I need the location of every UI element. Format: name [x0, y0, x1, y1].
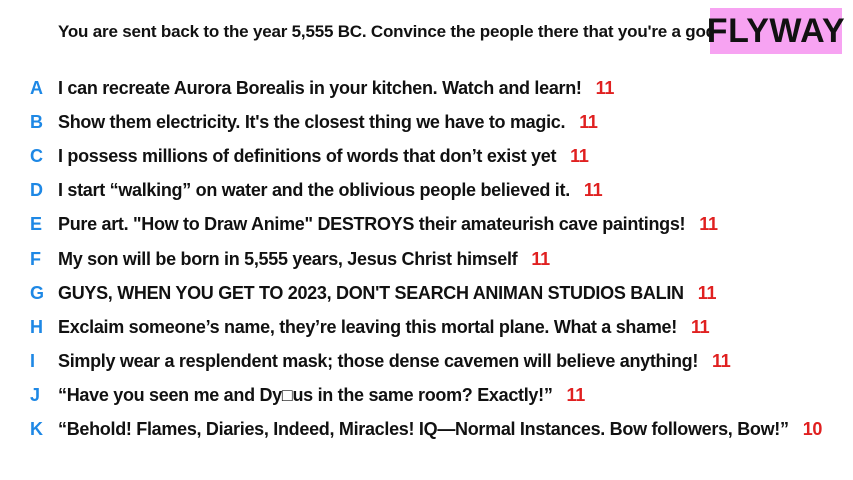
answer-text: I can recreate Aurora Borealis in your k…: [58, 77, 582, 98]
answer-text: Exclaim someone’s name, they’re leaving …: [58, 316, 677, 337]
answer-letter: H: [30, 316, 43, 337]
answer-row: K “Behold! Flames, Diaries, Indeed, Mira…: [0, 413, 853, 447]
answer-score: 10: [802, 419, 823, 440]
answer-list: A I can recreate Aurora Borealis in your…: [0, 71, 853, 447]
answer-text: Simply wear a resplendent mask; those de…: [58, 351, 699, 372]
answer-row: J “Have you seen me and Dy□us in the sam…: [0, 379, 853, 413]
answer-letter: K: [30, 419, 43, 440]
question-prompt: You are sent back to the year 5,555 BC. …: [58, 22, 721, 41]
answer-row: H Exclaim someone’s name, they’re leavin…: [0, 310, 853, 344]
answer-text: I start “walking” on water and the obliv…: [58, 180, 570, 201]
answer-score: 11: [579, 111, 598, 132]
answer-row: C I possess millions of definitions of w…: [0, 139, 853, 173]
answer-row: B Show them electricity. It's the closes…: [0, 105, 853, 139]
answer-letter: A: [30, 77, 43, 98]
answer-letter: E: [30, 214, 43, 235]
answer-row: E Pure art. "How to Draw Anime" DESTROYS…: [0, 208, 853, 242]
answer-score: 11: [566, 385, 586, 406]
answer-score: 11: [699, 214, 718, 235]
answer-letter: D: [30, 180, 43, 201]
answer-row: F My son will be born in 5,555 years, Je…: [0, 242, 853, 276]
answer-text: “Have you seen me and Dy□us in the same …: [58, 385, 553, 406]
answer-score: 11: [697, 282, 717, 303]
answer-text: Pure art. "How to Draw Anime" DESTROYS t…: [58, 214, 686, 235]
answer-letter: C: [30, 145, 43, 166]
logo-text: FLYWAY: [706, 11, 846, 50]
answer-row: I Simply wear a resplendent mask; those …: [0, 345, 853, 379]
answer-score: 11: [531, 248, 550, 269]
answer-letter: F: [30, 248, 41, 269]
answer-score: 11: [570, 145, 589, 166]
answer-score: 11: [712, 351, 731, 372]
answer-row: D I start “walking” on water and the obl…: [0, 174, 853, 208]
answer-letter: J: [30, 385, 41, 406]
flyway-logo: FLYWAY: [706, 8, 846, 54]
answer-score: 11: [690, 316, 710, 337]
answer-score: 11: [595, 77, 615, 98]
answer-letter: B: [30, 111, 43, 132]
answer-text: I possess millions of definitions of wor…: [58, 145, 557, 166]
answer-text: Show them electricity. It's the closest …: [58, 111, 566, 132]
answer-row: G GUYS, WHEN YOU GET TO 2023, DON'T SEAR…: [0, 276, 853, 310]
answer-text: GUYS, WHEN YOU GET TO 2023, DON'T SEARCH…: [58, 282, 684, 303]
answer-text: “Behold! Flames, Diaries, Indeed, Miracl…: [58, 419, 789, 440]
answer-score: 11: [583, 180, 603, 201]
answer-letter: G: [30, 282, 45, 303]
answer-row: A I can recreate Aurora Borealis in your…: [0, 71, 853, 105]
answer-text: My son will be born in 5,555 years, Jesu…: [58, 248, 518, 269]
answer-letter: I: [30, 351, 36, 372]
